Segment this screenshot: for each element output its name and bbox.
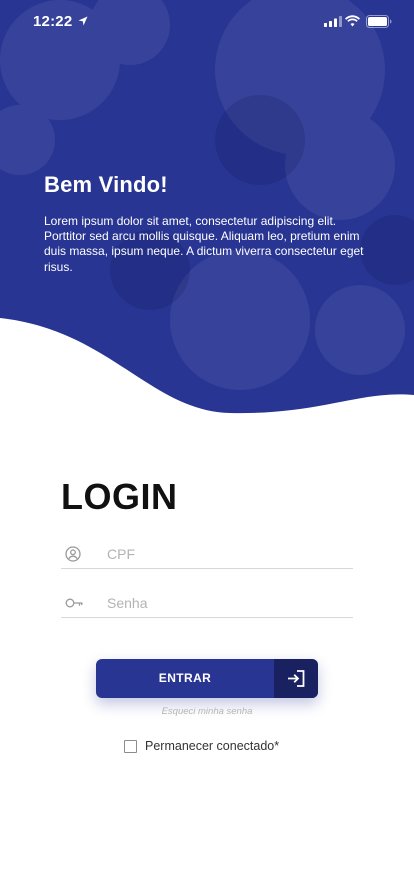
status-bar: 12:22 <box>0 0 414 44</box>
status-time: 12:22 <box>33 13 73 30</box>
cpf-field[interactable] <box>61 539 353 569</box>
cpf-input[interactable] <box>107 544 347 564</box>
cellular-signal-icon <box>324 16 342 27</box>
enter-button[interactable]: ENTRAR <box>96 659 318 698</box>
hero-banner: 12:22 Bem Vindo! Lorem ipsum dolor sit a… <box>0 0 414 420</box>
sign-in-icon <box>288 670 305 687</box>
battery-icon <box>366 15 392 28</box>
senha-input[interactable] <box>107 593 347 613</box>
login-title: LOGIN <box>61 476 178 517</box>
hero-background <box>0 0 414 414</box>
user-circle-icon <box>65 546 81 562</box>
senha-field[interactable] <box>61 588 353 618</box>
enter-button-icon-box <box>274 659 318 698</box>
key-icon <box>65 598 83 608</box>
enter-button-label: ENTRAR <box>158 671 212 685</box>
welcome-text: Lorem ipsum dolor sit amet, consectetur … <box>44 214 364 274</box>
forgot-password-link[interactable]: Esqueci minha senha <box>0 706 414 717</box>
remember-checkbox[interactable] <box>124 740 137 753</box>
remember-label: Permanecer conectado* <box>145 739 280 753</box>
welcome-title: Bem Vindo! <box>44 172 168 197</box>
wifi-icon <box>345 15 360 27</box>
location-arrow-icon <box>78 16 88 26</box>
